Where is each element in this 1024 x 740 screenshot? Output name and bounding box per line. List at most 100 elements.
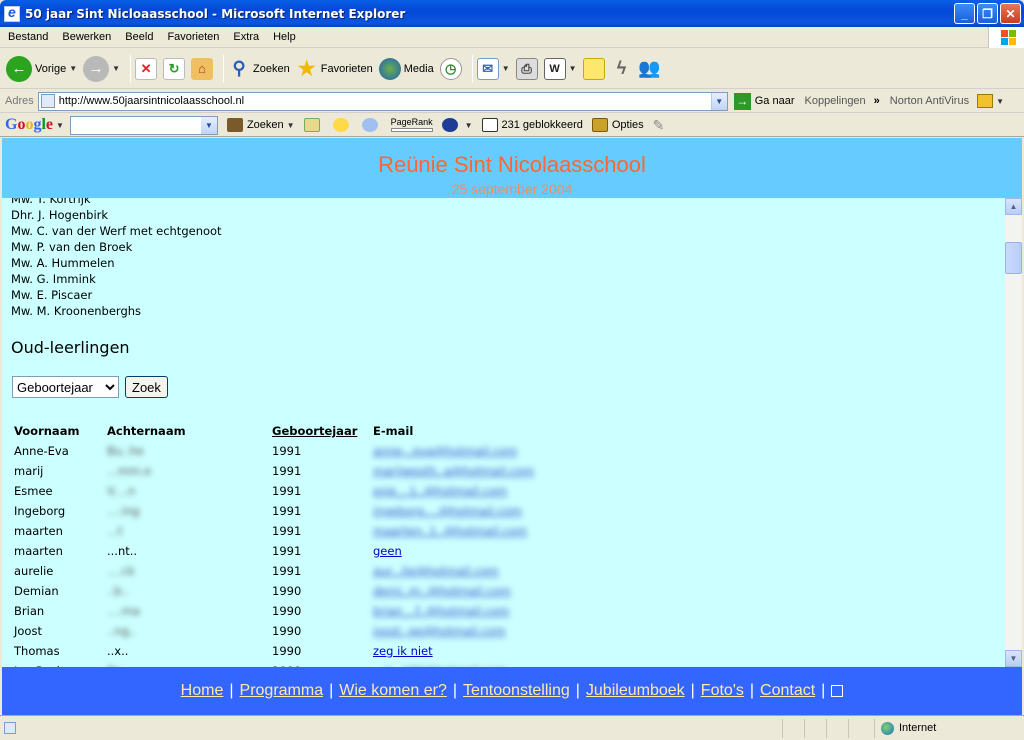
cell-email-text[interactable]: brian_..f..@hotmail.com [373,604,509,618]
history-button[interactable]: ◷ [439,57,462,80]
cell-email-text[interactable]: marijwesth..a@hotmail.com [373,464,534,478]
menu-item-extra[interactable]: Extra [225,31,265,43]
minimize-button[interactable]: _ [954,3,975,24]
menu-item-bewerken[interactable]: Bewerken [54,31,117,43]
page-date: 25 september 2004 [451,181,573,197]
cell-email[interactable]: aur...lie@hotmail.com [371,561,581,581]
google-search-options-icon[interactable]: ▼ [287,121,295,130]
cell-email[interactable]: geen [371,541,581,561]
vote-up-button[interactable] [332,118,353,132]
google-search-input[interactable]: ▼ [69,115,218,135]
edit-dropdown-icon[interactable]: ▼ [569,64,577,73]
options-button[interactable]: Opties [591,118,644,132]
nav-tentoonstelling[interactable]: Tentoonstelling [463,682,570,700]
norton-dropdown-icon[interactable]: ▼ [996,97,1004,106]
forward-dropdown-icon[interactable]: ▼ [112,64,120,73]
address-input[interactable]: http://www.50jaarsintnicolaasschool.nl ▼ [37,91,728,111]
cell-email-text[interactable]: esje_..1..@hotmail.com [373,484,507,498]
stop-button[interactable]: ✕ [135,57,158,80]
norton-icon[interactable] [977,94,994,108]
cell-email-text[interactable]: ingeborg....@hotmail.com [373,504,522,518]
title-bar[interactable]: 50 jaar Sint Nicloaasschool - Microsoft … [0,0,1024,27]
nav-home[interactable]: Home [181,682,224,700]
col-birthyear-header[interactable]: Geboortejaar [270,421,371,441]
messenger-button[interactable]: 👥 [638,58,660,80]
links-toolbar[interactable]: Koppelingen [805,95,866,107]
highlight-button[interactable]: ✎ [653,117,665,134]
research-button[interactable]: ϟ [611,58,633,80]
back-button[interactable]: ← Vorige ▼ [6,55,77,82]
checkbox-icon[interactable] [831,685,844,697]
cell-email-text[interactable]: joost..ge@hotmail.com [373,624,506,638]
cell-email[interactable]: zeg ik niet [371,641,581,661]
vote-down-button[interactable] [361,118,382,132]
close-button[interactable]: ✕ [1000,3,1021,24]
cell-email-text[interactable]: anne-..eva@hotmail.com [373,444,517,458]
cell-email[interactable]: maarten..1..@hotmail.com [371,521,581,541]
cell-email[interactable]: anne-..eva@hotmail.com [371,441,581,461]
nav-jubileumboek[interactable]: Jubileumboek [586,682,685,700]
refresh-button[interactable]: ↻ [163,57,186,80]
note-icon [582,57,605,80]
cell-email[interactable]: ingeborg....@hotmail.com [371,501,581,521]
cell-email[interactable]: demi..m..@hotmail.com [371,581,581,601]
cell-birthyear: 1991 [270,481,371,501]
scroll-frame[interactable]: Mw. T. Kortrijk Dhr. J. Hogenbirk Mw. C.… [2,198,1004,667]
sort-birthyear-link[interactable]: Geboortejaar [272,424,357,438]
cell-email[interactable]: marijwesth..a@hotmail.com [371,461,581,481]
google-search-button[interactable]: Zoeken ▼ [226,118,295,132]
search-button[interactable]: ⚲ Zoeken [228,58,289,80]
scroll-up-icon[interactable]: ▲ [1005,198,1022,215]
cell-email-text[interactable]: maarten..1..@hotmail.com [373,524,527,538]
media-button[interactable]: Media [378,57,434,80]
search-button[interactable]: Zoek [125,376,168,398]
back-label: Vorige [35,62,67,75]
home-button[interactable]: ⌂ [191,57,214,80]
scroll-thumb[interactable] [1005,242,1022,274]
menu-item-help[interactable]: Help [265,31,302,43]
page-info-button[interactable]: ▼ [441,118,473,132]
sort-select[interactable]: Geboortejaar [12,376,119,398]
back-dropdown-icon[interactable]: ▼ [69,64,77,73]
menu-item-favorieten[interactable]: Favorieten [159,31,225,43]
cell-email[interactable]: joost..ge@hotmail.com [371,621,581,641]
favorites-button[interactable]: ★ Favorieten [296,58,373,80]
cell-email-text[interactable]: geen [373,544,402,558]
chevron-icon[interactable]: » [874,95,880,107]
address-dropdown-icon[interactable]: ▼ [710,92,727,110]
forward-button[interactable]: → ▼ [83,55,120,82]
standard-toolbar: ← Vorige ▼ → ▼ ✕ ↻ ⌂ ⚲ Zoeken ★ Favoriet… [0,49,1024,89]
nav-fotos[interactable]: Foto's [701,682,744,700]
cell-email-text[interactable]: aur...lie@hotmail.com [373,564,499,578]
menu-item-bestand[interactable]: Bestand [0,31,54,43]
print-button[interactable]: ⎙ [515,57,538,80]
cell-email-text[interactable]: demi..m..@hotmail.com [373,584,511,598]
google-search-dropdown-icon[interactable]: ▼ [200,116,217,134]
info-dropdown-icon[interactable]: ▼ [465,121,473,130]
cell-email-text[interactable]: zeg ik niet [373,644,433,658]
security-zone[interactable]: Internet [874,718,1024,738]
menu-item-beeld[interactable]: Beeld [117,31,159,43]
site-search-button[interactable] [303,118,324,132]
google-logo[interactable]: Google [5,116,53,134]
pagerank-indicator[interactable]: PageRank [390,117,433,132]
mail-dropdown-icon[interactable]: ▼ [502,64,510,73]
nav-contact[interactable]: Contact [760,682,815,700]
nav-programma[interactable]: Programma [240,682,324,700]
norton-antivirus[interactable]: Norton AntiVirus [890,95,969,107]
vertical-scrollbar[interactable]: ▲ ▼ [1005,198,1022,667]
edit-button[interactable]: W ▼ [543,57,577,80]
mail-button[interactable]: ✉ ▼ [476,57,510,80]
pagerank-label: PageRank [390,117,433,127]
discuss-button[interactable] [582,57,605,80]
maximize-button[interactable]: ❐ [977,3,998,24]
cell-email[interactable]: esje_..1..@hotmail.com [371,481,581,501]
edit-icon: W [543,57,566,80]
go-button[interactable]: → Ga naar [733,92,795,110]
nav-wie-komen-er[interactable]: Wie komen er? [339,682,447,700]
scroll-down-icon[interactable]: ▼ [1005,650,1022,667]
cell-email[interactable]: brian_..f..@hotmail.com [371,601,581,621]
cell-lastname-text: ....ing [107,504,140,518]
google-menu-dropdown-icon[interactable]: ▼ [56,121,64,130]
popup-blocker[interactable]: 231 geblokkeerd [481,118,583,132]
